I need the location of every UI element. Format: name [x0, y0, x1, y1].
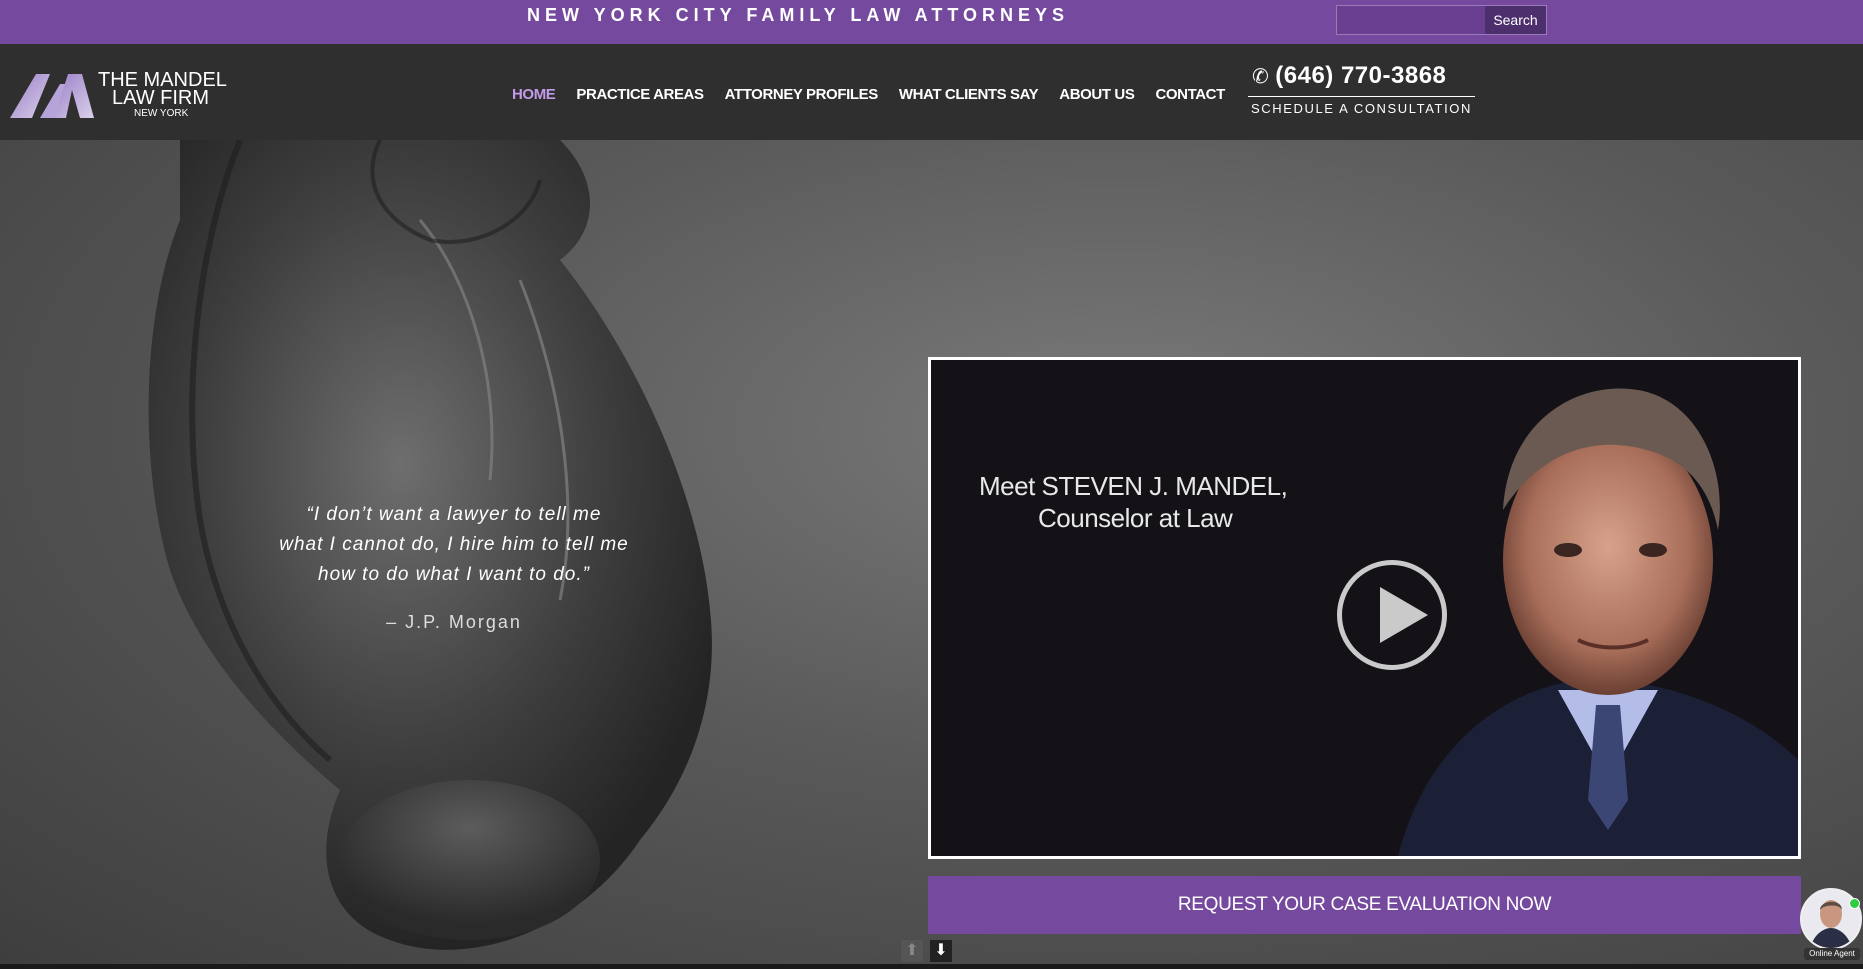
main-header: THE MANDEL LAW FIRM NEW YORK HOME PRACTIC… — [0, 44, 1863, 140]
logo-m-icon — [10, 74, 94, 118]
quote-line-3: how to do what I want to do.” — [318, 564, 590, 585]
nav-item-attorney-profiles[interactable]: ATTORNEY PROFILES — [725, 86, 879, 103]
online-agent-label: Online Agent — [1804, 948, 1860, 960]
phone-number: (646) 770-3868 — [1275, 62, 1447, 89]
logo-text-line3: NEW YORK — [134, 108, 189, 119]
nav-item-about-us[interactable]: ABOUT US — [1059, 86, 1135, 103]
hero-quote: “I don’t want a lawyer to tell me what I… — [252, 500, 656, 590]
main-nav: HOME PRACTICE AREAS ATTORNEY PROFILES WHAT … — [512, 86, 1246, 110]
phone-icon: ✆ — [1252, 66, 1270, 88]
case-evaluation-button[interactable]: REQUEST YOUR CASE EVALUATION NOW — [928, 876, 1801, 934]
nav-item-what-clients-say[interactable]: WHAT CLIENTS SAY — [899, 86, 1039, 103]
nav-item-contact[interactable]: CONTACT — [1155, 86, 1225, 103]
nav-item-home[interactable]: HOME — [512, 86, 556, 103]
logo-text-line2: LAW FIRM — [112, 87, 210, 109]
quote-author: – J.P. Morgan — [386, 612, 522, 632]
nav-item-practice-areas[interactable]: PRACTICE AREAS — [576, 86, 704, 103]
bottom-strip — [0, 964, 1863, 969]
scroll-up-arrow-icon[interactable]: ⬆ — [901, 940, 923, 962]
quote-line-2: what I cannot do, I hire him to tell me — [279, 534, 629, 555]
video-title-line2: Counselor at Law — [1038, 503, 1233, 533]
online-status-dot — [1849, 898, 1860, 909]
phone-link[interactable]: ✆ (646) 770-3868 — [1252, 62, 1446, 90]
play-icon[interactable] — [1337, 560, 1447, 670]
top-bar: NEW YORK CITY FAMILY LAW ATTORNEYS Searc… — [0, 0, 1863, 44]
site-logo[interactable]: THE MANDEL LAW FIRM NEW YORK — [10, 70, 230, 122]
quote-line-1: “I don’t want a lawyer to tell me — [306, 504, 602, 525]
search-button[interactable]: Search — [1485, 6, 1546, 34]
scroll-down-arrow-icon[interactable]: ⬇ — [930, 940, 952, 962]
hero-section: “I don’t want a lawyer to tell me what I… — [0, 140, 1863, 964]
search-input[interactable] — [1337, 6, 1485, 34]
schedule-consultation-link[interactable]: SCHEDULE A CONSULTATION — [1248, 96, 1475, 116]
video-title-line1: Meet STEVEN J. MANDEL, — [979, 471, 1288, 501]
search-form: Search — [1336, 5, 1547, 35]
intro-video[interactable]: Meet STEVEN J. MANDEL, Counselor at Law — [928, 357, 1801, 859]
